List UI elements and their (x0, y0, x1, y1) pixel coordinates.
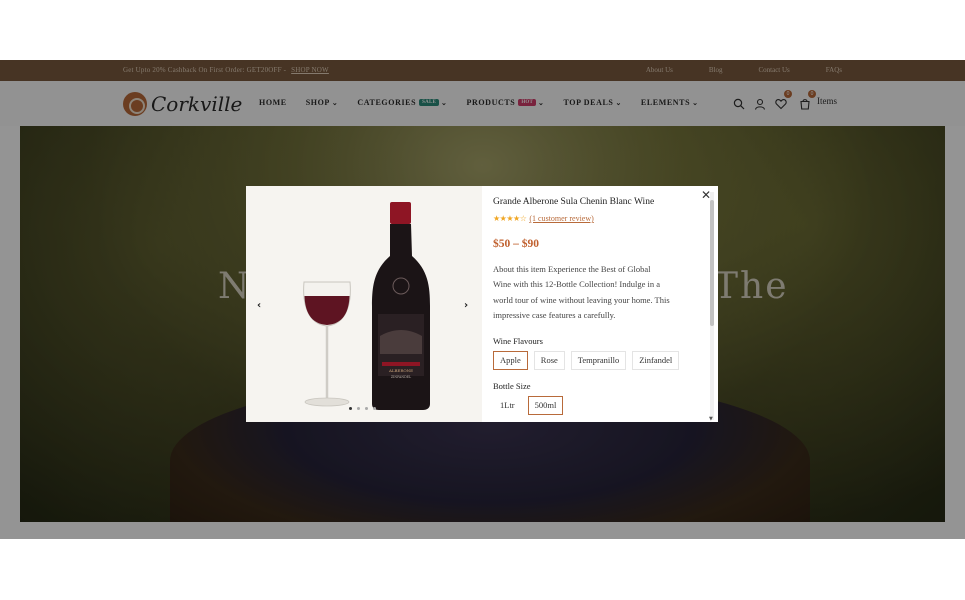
bottle-size-label: Bottle Size (493, 381, 531, 391)
product-details: Grande Alberone Sula Chenin Blanc Wine ★… (493, 186, 705, 422)
details-scrollbar[interactable]: ▼ (709, 192, 714, 422)
star-rating-icon: ★★★★☆ (493, 214, 527, 223)
wine-bottle-image: ALBERONE ZINFANDEL (372, 202, 430, 410)
bottle-size-options: 1Ltr 500ml (493, 396, 569, 415)
wine-flavours-options: Apple Rose Tempranillo Zinfandel (493, 351, 685, 370)
wine-flavours-label: Wine Flavours (493, 336, 543, 346)
product-image: ALBERONE ZINFANDEL (303, 202, 430, 410)
chevron-right-icon[interactable]: › (464, 300, 468, 311)
flavour-option-zinfandel[interactable]: Zinfandel (632, 351, 680, 370)
scroll-down-arrow-icon[interactable]: ▼ (709, 416, 713, 422)
product-description: About this item Experience the Best of G… (493, 262, 703, 324)
description-line-2: Wine with this 12-Bottle Collection! Ind… (493, 279, 661, 290)
quick-view-modal: ALBERONE ZINFANDEL ‹ › Grande Alberone S… (246, 186, 718, 422)
bottle-sublabel-text: ZINFANDEL (391, 375, 412, 379)
bottle-label-text: ALBERONE (388, 368, 413, 373)
gallery-dot-2[interactable] (357, 407, 360, 410)
product-price: $50 – $90 (493, 238, 539, 250)
description-line-4: impressive case features a carefully. (493, 310, 616, 321)
gallery-dots (349, 407, 381, 410)
product-title: Grande Alberone Sula Chenin Blanc Wine (493, 197, 655, 207)
wine-glass-image (303, 281, 351, 407)
chevron-left-icon[interactable]: ‹ (257, 300, 261, 311)
gallery-dot-3[interactable] (365, 407, 368, 410)
product-gallery: ALBERONE ZINFANDEL ‹ › (246, 186, 482, 422)
flavour-option-rose[interactable]: Rose (533, 351, 565, 370)
size-option-1ltr[interactable]: 1Ltr (493, 396, 522, 415)
gallery-dot-1[interactable] (349, 407, 352, 410)
product-rating: ★★★★☆ (1 customer review) (493, 214, 594, 223)
gallery-dot-4[interactable] (373, 407, 376, 410)
description-line-1: About this item Experience the Best of G… (493, 264, 651, 274)
flavour-option-tempranillo[interactable]: Tempranillo (570, 351, 627, 370)
flavour-option-apple[interactable]: Apple (493, 351, 528, 370)
description-line-3: world tour of wine without leaving your … (493, 294, 670, 305)
size-option-500ml[interactable]: 500ml (527, 396, 564, 415)
page: Get Upto 20% Cashback On First Order: GE… (0, 60, 965, 539)
customer-review-link[interactable]: (1 customer review) (529, 214, 593, 223)
close-icon[interactable]: ✕ (701, 188, 711, 202)
scrollbar-thumb[interactable] (710, 200, 714, 326)
